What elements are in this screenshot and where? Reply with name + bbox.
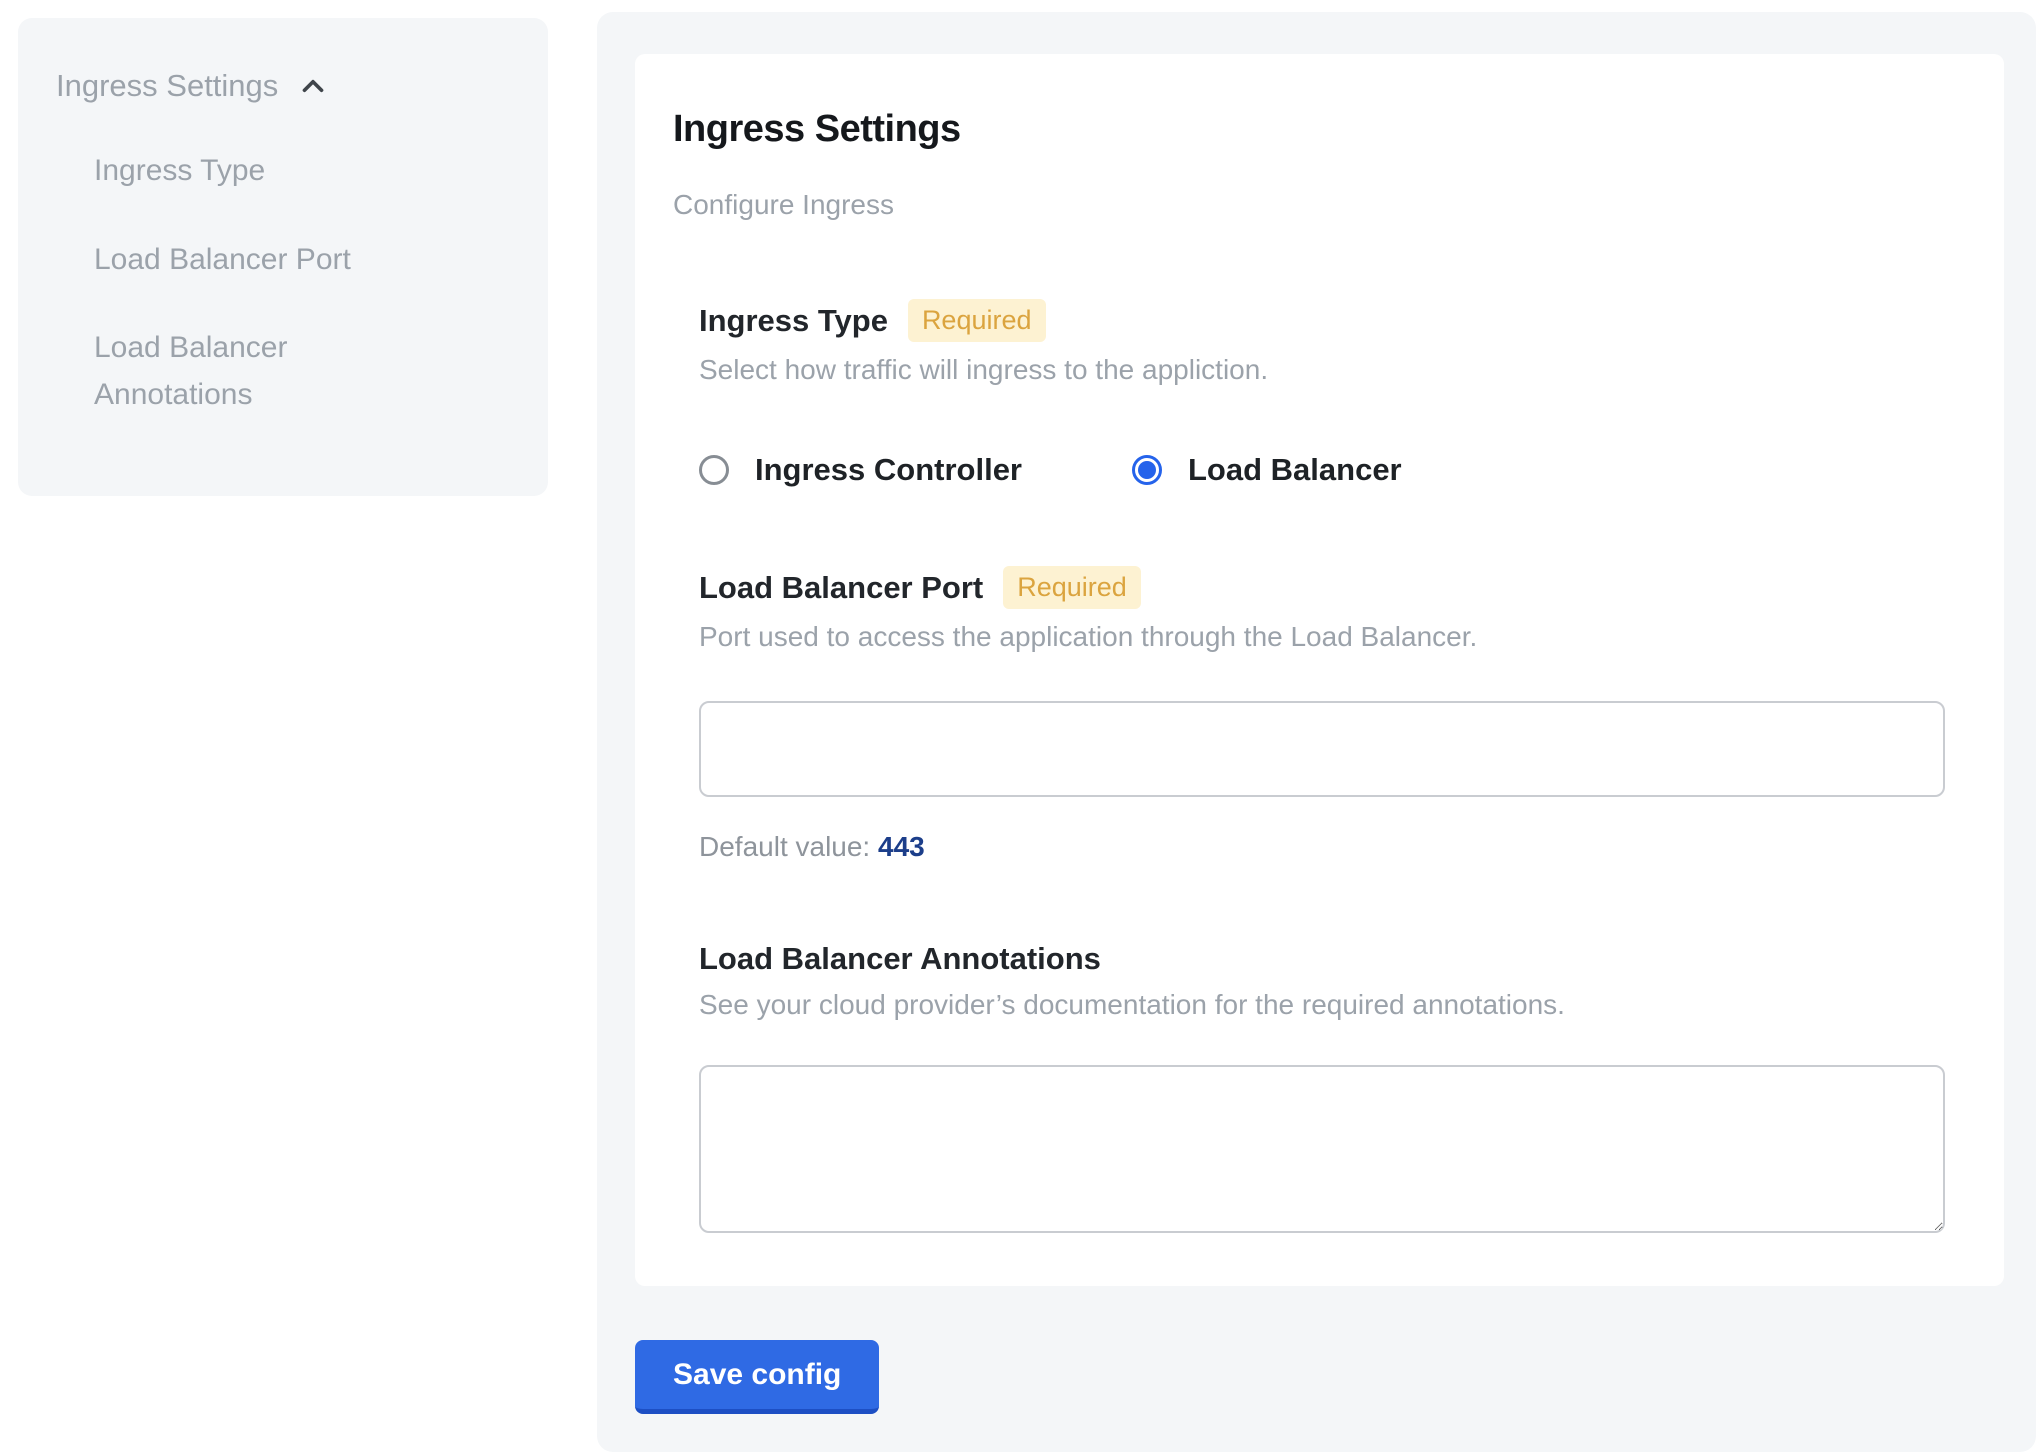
page-title: Ingress Settings (673, 108, 1960, 151)
fields-container: Ingress Type Required Select how traffic… (699, 299, 1960, 1233)
field-label: Load Balancer Annotations (699, 941, 1101, 977)
default-value-line: Default value: 443 (699, 831, 1960, 863)
field-load-balancer-port-header: Load Balancer Port Required (699, 566, 1960, 609)
field-load-balancer-annotations: Load Balancer Annotations See your cloud… (699, 941, 1960, 1233)
radio-ingress-controller[interactable]: Ingress Controller (699, 452, 1022, 488)
radio-circle-ingress-controller[interactable] (699, 455, 729, 485)
required-badge: Required (908, 299, 1046, 342)
sidebar-group-ingress-settings[interactable]: Ingress Settings (56, 68, 508, 104)
chevron-up-icon (296, 69, 330, 103)
default-value: 443 (878, 831, 925, 862)
sidebar-item-list: Ingress Type Load Balancer Port Load Bal… (56, 148, 508, 418)
sidebar-item-load-balancer-annotations[interactable]: Load Balancer Annotations (94, 325, 444, 418)
sidebar-group-label: Ingress Settings (56, 68, 278, 104)
field-help: Port used to access the application thro… (699, 621, 1960, 653)
field-label: Ingress Type (699, 303, 888, 339)
sidebar-item-load-balancer-port[interactable]: Load Balancer Port (94, 237, 444, 284)
main-panel: Ingress Settings Configure Ingress Ingre… (597, 12, 2036, 1452)
radio-load-balancer[interactable]: Load Balancer (1132, 452, 1402, 488)
radio-label: Ingress Controller (755, 452, 1022, 488)
sidebar: Ingress Settings Ingress Type Load Balan… (18, 18, 548, 496)
field-help: Select how traffic will ingress to the a… (699, 354, 1960, 386)
load-balancer-annotations-textarea[interactable] (699, 1065, 1945, 1233)
load-balancer-port-input[interactable] (699, 701, 1945, 797)
radio-label: Load Balancer (1188, 452, 1402, 488)
ingress-settings-card: Ingress Settings Configure Ingress Ingre… (635, 54, 2004, 1286)
radio-circle-load-balancer[interactable] (1132, 455, 1162, 485)
save-config-button[interactable]: Save config (635, 1340, 879, 1414)
field-load-balancer-annotations-header: Load Balancer Annotations (699, 941, 1960, 977)
default-value-label: Default value: (699, 831, 870, 862)
page-subtitle: Configure Ingress (673, 189, 1960, 221)
sidebar-item-ingress-type[interactable]: Ingress Type (94, 148, 444, 195)
field-ingress-type: Ingress Type Required Select how traffic… (699, 299, 1960, 488)
ingress-type-radio-group: Ingress Controller Load Balancer (699, 452, 1960, 488)
field-label: Load Balancer Port (699, 570, 983, 606)
required-badge: Required (1003, 566, 1141, 609)
field-help: See your cloud provider’s documentation … (699, 989, 1960, 1021)
field-load-balancer-port: Load Balancer Port Required Port used to… (699, 566, 1960, 863)
field-ingress-type-header: Ingress Type Required (699, 299, 1960, 342)
